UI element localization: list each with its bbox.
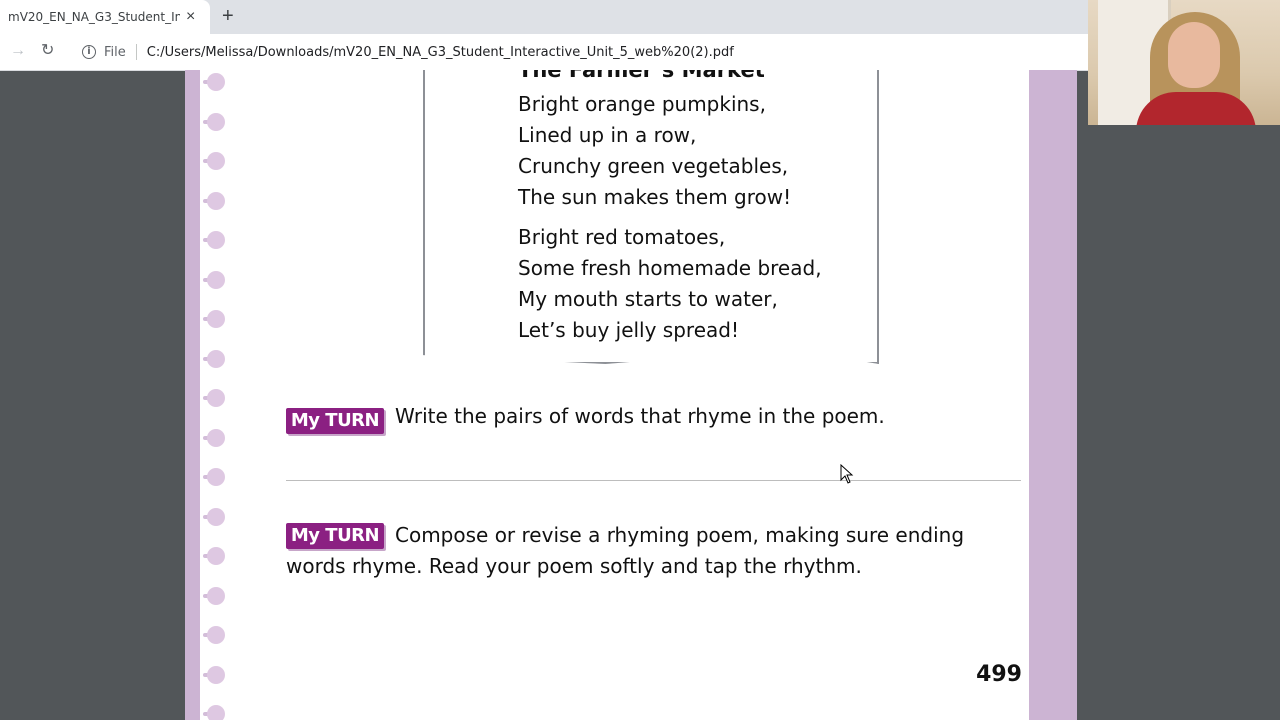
binding-ring bbox=[203, 112, 225, 132]
page-right-band bbox=[1029, 70, 1077, 720]
binding-ring bbox=[203, 191, 225, 211]
binding-ring bbox=[203, 388, 225, 408]
webcam-video bbox=[1088, 0, 1280, 125]
close-icon[interactable]: × bbox=[186, 9, 195, 25]
forward-icon[interactable]: → bbox=[10, 42, 26, 60]
page-number: 499 bbox=[976, 662, 1022, 687]
binding-hole bbox=[207, 428, 225, 447]
poem-title: The Farmer’s Market bbox=[518, 70, 765, 82]
url-text[interactable]: C:/Users/Melissa/Downloads/mV20_EN_NA_G3… bbox=[147, 45, 734, 60]
binding-hole bbox=[207, 586, 225, 605]
binding-hole bbox=[207, 270, 225, 289]
tab-strip: mV20_EN_NA_G3_Student_Interactive_Unit_5… bbox=[0, 0, 1088, 34]
webcam-presenter-face bbox=[1168, 22, 1220, 88]
new-tab-icon[interactable]: + bbox=[222, 6, 234, 26]
binding-hole bbox=[207, 191, 225, 210]
page-binding-band bbox=[185, 70, 200, 720]
prompt-rhyme-pairs: Write the pairs of words that rhyme in t… bbox=[395, 404, 885, 428]
poem-line: Let’s buy jelly spread! bbox=[518, 318, 739, 342]
my-turn-badge: My TURN bbox=[286, 523, 384, 549]
binding-ring bbox=[203, 546, 225, 566]
binding-hole bbox=[207, 468, 225, 486]
prompt-compose-line2: words rhyme. Read your poem softly and t… bbox=[286, 554, 862, 578]
info-icon[interactable]: i bbox=[82, 45, 96, 59]
binding-ring bbox=[203, 665, 225, 685]
poem-line: Lined up in a row, bbox=[518, 123, 697, 147]
prompt-compose-line1: Compose or revise a rhyming poem, making… bbox=[395, 523, 965, 547]
answer-line bbox=[286, 480, 1021, 481]
reload-icon[interactable]: ↻ bbox=[41, 42, 54, 60]
mouse-cursor-icon bbox=[840, 464, 854, 484]
poem-line: Bright red tomatoes, bbox=[518, 225, 726, 249]
scheme-label: File bbox=[104, 44, 126, 60]
my-turn-badge: My TURN bbox=[286, 408, 384, 434]
poem-line: The sun makes them grow! bbox=[518, 185, 792, 209]
tab-title[interactable]: mV20_EN_NA_G3_Student_Interactive_Unit_5… bbox=[8, 10, 180, 24]
binding-ring bbox=[203, 428, 225, 448]
binding-hole bbox=[207, 73, 225, 91]
binding-ring bbox=[203, 270, 225, 290]
binding-ring bbox=[203, 151, 225, 171]
binding-hole bbox=[207, 389, 225, 407]
binding-hole bbox=[207, 705, 225, 720]
poem-line: Some fresh homemade bread, bbox=[518, 256, 822, 280]
binding-hole bbox=[207, 152, 225, 170]
binding-ring bbox=[203, 507, 225, 527]
binding-ring bbox=[203, 349, 225, 369]
poem-line: My mouth starts to water, bbox=[518, 287, 778, 311]
browser-tab[interactable]: mV20_EN_NA_G3_Student_Interactive_Unit_5… bbox=[0, 0, 210, 34]
browser-toolbar: → ↻ i File C:/Users/Melissa/Downloads/mV… bbox=[0, 34, 1088, 71]
binding-ring bbox=[203, 467, 225, 487]
binding-ring bbox=[203, 586, 225, 606]
binding-hole bbox=[207, 349, 225, 368]
binding-ring bbox=[203, 625, 225, 645]
omnibox-divider bbox=[135, 44, 137, 60]
poem-line: Bright orange pumpkins, bbox=[518, 92, 766, 116]
binding-ring bbox=[203, 230, 225, 250]
binding-hole bbox=[207, 665, 225, 684]
binding-ring bbox=[203, 704, 225, 720]
binding-hole bbox=[207, 231, 225, 249]
binding-hole bbox=[207, 547, 225, 565]
binding-hole bbox=[207, 310, 225, 328]
poem-line: Crunchy green vegetables, bbox=[518, 154, 789, 178]
binding-hole bbox=[207, 112, 225, 131]
binding-hole bbox=[207, 626, 225, 644]
binding-ring bbox=[203, 72, 225, 92]
binding-ring bbox=[203, 309, 225, 329]
binding-hole bbox=[207, 507, 225, 526]
pdf-page: The Farmer’s Market Bright orange pumpki… bbox=[185, 70, 1077, 720]
address-bar[interactable]: i File C:/Users/Melissa/Downloads/mV20_E… bbox=[76, 38, 1080, 66]
